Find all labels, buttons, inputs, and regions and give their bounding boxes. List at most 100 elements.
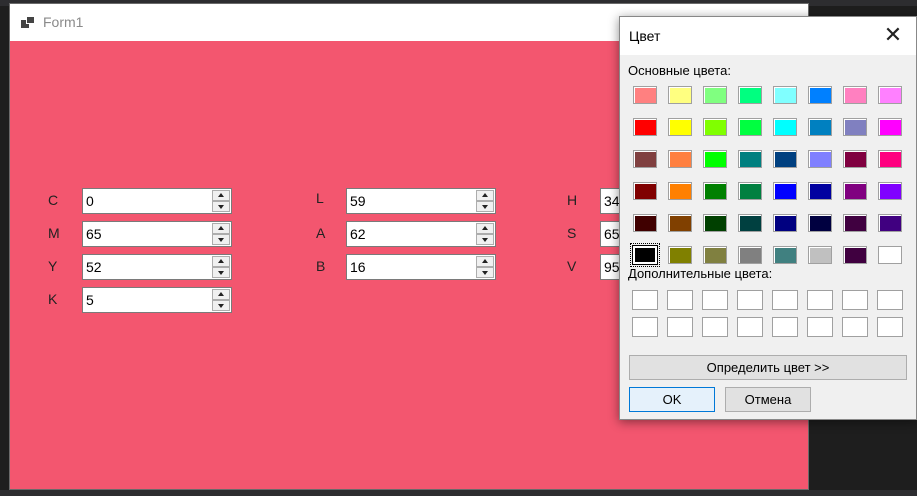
basic-color-swatch[interactable] (703, 214, 727, 232)
custom-color-swatch[interactable] (877, 317, 903, 337)
ok-button[interactable]: OK (629, 387, 715, 412)
basic-color-swatch[interactable] (878, 246, 902, 264)
basic-color-swatch[interactable] (773, 182, 797, 200)
custom-color-swatch[interactable] (772, 290, 798, 310)
custom-color-swatch[interactable] (737, 317, 763, 337)
l-numeric-input[interactable]: 59 (346, 188, 496, 214)
app-window-icon (21, 16, 35, 28)
basic-color-swatch[interactable] (878, 150, 902, 168)
basic-color-swatch[interactable] (843, 182, 867, 200)
y-spin-up-icon[interactable] (212, 256, 230, 267)
basic-color-swatch[interactable] (633, 150, 657, 168)
basic-color-swatch[interactable] (773, 246, 797, 264)
basic-color-swatch[interactable] (738, 214, 762, 232)
b-spin-down-icon[interactable] (476, 267, 494, 278)
basic-color-swatch[interactable] (878, 214, 902, 232)
k-spin-up-icon[interactable] (212, 289, 230, 300)
basic-color-swatch[interactable] (668, 214, 692, 232)
custom-color-swatch[interactable] (842, 317, 868, 337)
custom-color-swatch[interactable] (807, 290, 833, 310)
y-numeric-input[interactable]: 52 (82, 254, 232, 280)
basic-color-swatch[interactable] (773, 86, 797, 104)
basic-color-swatch[interactable] (878, 118, 902, 136)
basic-color-swatch[interactable] (630, 243, 660, 267)
a-spin-up-icon[interactable] (476, 223, 494, 234)
l-spin-down-icon[interactable] (476, 201, 494, 212)
basic-color-swatch[interactable] (703, 118, 727, 136)
basic-color-swatch[interactable] (843, 246, 867, 264)
cancel-button[interactable]: Отмена (725, 387, 811, 412)
basic-color-swatch[interactable] (808, 214, 832, 232)
basic-color-swatch[interactable] (773, 118, 797, 136)
basic-color-swatch[interactable] (773, 214, 797, 232)
basic-color-swatch[interactable] (738, 246, 762, 264)
custom-color-swatch[interactable] (702, 290, 728, 310)
close-icon[interactable]: ✕ (870, 17, 916, 55)
l-spinner[interactable] (476, 190, 494, 212)
basic-color-swatch[interactable] (668, 118, 692, 136)
basic-color-swatch[interactable] (738, 182, 762, 200)
basic-color-swatch[interactable] (738, 86, 762, 104)
custom-color-swatch[interactable] (772, 317, 798, 337)
custom-color-swatch[interactable] (667, 290, 693, 310)
basic-color-swatch[interactable] (843, 214, 867, 232)
custom-color-swatch[interactable] (632, 290, 658, 310)
label-a: A (316, 225, 326, 241)
basic-color-swatch[interactable] (843, 86, 867, 104)
basic-color-swatch[interactable] (773, 150, 797, 168)
a-spin-down-icon[interactable] (476, 234, 494, 245)
y-spin-down-icon[interactable] (212, 267, 230, 278)
basic-color-swatch[interactable] (808, 246, 832, 264)
c-spin-down-icon[interactable] (212, 201, 230, 212)
form1-title: Form1 (43, 14, 84, 30)
color-dialog-titlebar[interactable]: Цвет ✕ (620, 17, 916, 55)
basic-color-swatch[interactable] (668, 182, 692, 200)
basic-color-swatch[interactable] (633, 182, 657, 200)
basic-color-swatch[interactable] (703, 246, 727, 264)
basic-color-swatch[interactable] (633, 118, 657, 136)
custom-color-swatch[interactable] (667, 317, 693, 337)
custom-color-swatch[interactable] (632, 317, 658, 337)
basic-color-swatch[interactable] (878, 182, 902, 200)
basic-color-swatch[interactable] (703, 150, 727, 168)
a-numeric-input[interactable]: 62 (346, 221, 496, 247)
c-numeric-input[interactable]: 0 (82, 188, 232, 214)
basic-color-swatch[interactable] (843, 118, 867, 136)
basic-color-swatch[interactable] (738, 118, 762, 136)
custom-color-swatch[interactable] (807, 317, 833, 337)
custom-color-swatch[interactable] (702, 317, 728, 337)
basic-color-swatch[interactable] (668, 150, 692, 168)
basic-color-swatch[interactable] (808, 182, 832, 200)
a-spinner[interactable] (476, 223, 494, 245)
m-spin-down-icon[interactable] (212, 234, 230, 245)
basic-color-swatch[interactable] (808, 150, 832, 168)
m-spinner[interactable] (212, 223, 230, 245)
basic-color-swatch[interactable] (843, 150, 867, 168)
basic-color-swatch[interactable] (878, 86, 902, 104)
k-spin-down-icon[interactable] (212, 300, 230, 311)
k-spinner[interactable] (212, 289, 230, 311)
basic-color-swatch[interactable] (668, 86, 692, 104)
l-spin-up-icon[interactable] (476, 190, 494, 201)
basic-color-swatch[interactable] (808, 118, 832, 136)
basic-color-swatch[interactable] (668, 246, 692, 264)
custom-color-swatch[interactable] (737, 290, 763, 310)
custom-color-swatch[interactable] (842, 290, 868, 310)
b-spin-up-icon[interactable] (476, 256, 494, 267)
basic-color-swatch[interactable] (703, 182, 727, 200)
basic-color-swatch[interactable] (703, 86, 727, 104)
m-spin-up-icon[interactable] (212, 223, 230, 234)
y-spinner[interactable] (212, 256, 230, 278)
define-custom-color-button[interactable]: Определить цвет >> (629, 355, 907, 380)
custom-color-swatch[interactable] (877, 290, 903, 310)
b-spinner[interactable] (476, 256, 494, 278)
basic-color-swatch[interactable] (808, 86, 832, 104)
k-numeric-input[interactable]: 5 (82, 287, 232, 313)
m-numeric-input[interactable]: 65 (82, 221, 232, 247)
basic-color-swatch[interactable] (633, 86, 657, 104)
b-numeric-input[interactable]: 16 (346, 254, 496, 280)
basic-color-swatch[interactable] (633, 214, 657, 232)
c-spin-up-icon[interactable] (212, 190, 230, 201)
basic-color-swatch[interactable] (738, 150, 762, 168)
c-spinner[interactable] (212, 190, 230, 212)
